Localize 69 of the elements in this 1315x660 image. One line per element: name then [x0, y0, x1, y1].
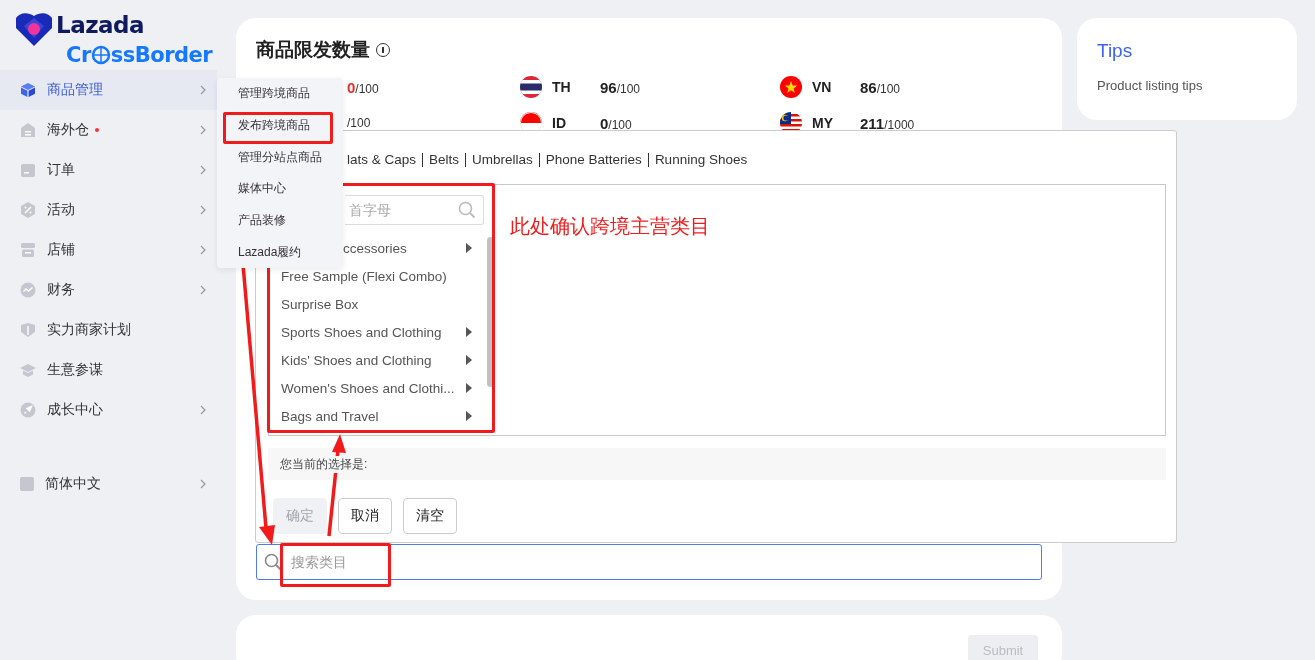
language-icon: [20, 477, 34, 491]
recent-category-link[interactable]: Phone Batteries: [538, 153, 648, 167]
sidebar-item[interactable]: 生意参谋: [0, 350, 217, 390]
category-item[interactable]: Surprise Box: [281, 292, 484, 316]
quota-limit: /100: [876, 81, 901, 96]
quota-used: 0: [347, 78, 356, 96]
discount-icon: [20, 202, 36, 218]
tips-text: Product listing tips: [1097, 78, 1204, 93]
category-item[interactable]: ccessories: [343, 236, 484, 260]
submenu-item[interactable]: 产品装修: [217, 204, 343, 237]
quota-limit: /100: [608, 117, 632, 132]
recent-category-link[interactable]: Belts: [422, 153, 466, 167]
search-icon: [264, 553, 282, 571]
sidebar-item[interactable]: 活动: [0, 190, 217, 230]
sidebar-item[interactable]: 成长中心: [0, 390, 217, 430]
country-code: MY: [812, 115, 834, 131]
cube-icon: [20, 82, 36, 98]
flag-icon: [520, 76, 542, 98]
category-item[interactable]: Kids' Shoes and Clothing: [281, 348, 484, 372]
card-title: 商品限发数量: [256, 38, 370, 62]
recent-category-link[interactable]: Running Shoes: [647, 153, 754, 167]
quota-limit: /100: [616, 81, 641, 96]
quota-limit: /100: [355, 81, 379, 96]
category-item[interactable]: Women's Shoes and Clothi...: [281, 376, 484, 400]
submenu-item[interactable]: 管理跨境商品: [217, 78, 343, 110]
tips-title: Tips: [1097, 40, 1134, 62]
category-item[interactable]: Bags and Travel: [281, 404, 484, 428]
category-search-field[interactable]: 搜索类目: [256, 544, 1042, 580]
brand-subtitle: Cr: [66, 42, 91, 69]
scrollbar-thumb[interactable]: [487, 237, 494, 387]
country-code: ID: [552, 115, 567, 131]
quota-used: 211: [860, 114, 885, 132]
globe-icon: [90, 45, 111, 65]
flag-icon: [780, 76, 802, 98]
sidebar-item[interactable]: 订单: [0, 150, 217, 190]
clipboard-icon: [20, 162, 36, 178]
chart-icon: [20, 282, 36, 298]
logo-icon: [14, 12, 54, 48]
quota-used: 0: [600, 114, 609, 132]
quota-used: 86: [860, 78, 877, 96]
sidebar-item[interactable]: 商品管理: [0, 70, 217, 110]
search-icon: [458, 201, 476, 219]
submenu-item[interactable]: 媒体中心: [217, 173, 343, 205]
annotation-text: 此处确认跨境主营类目: [509, 214, 710, 239]
country-code: VN: [812, 79, 833, 95]
submenu-item[interactable]: 管理分站点商品: [217, 141, 343, 173]
selection-label: 您当前的选择是:: [280, 455, 368, 473]
quota-used: 96: [600, 78, 617, 96]
store-icon: [20, 242, 36, 258]
sidebar-item[interactable]: 实力商家计划: [0, 310, 217, 350]
sidebar-item[interactable]: 财务: [0, 270, 217, 310]
category-filter-field[interactable]: 首字母: [345, 195, 484, 225]
recent-category-link[interactable]: lats & Caps: [347, 153, 423, 167]
action-button[interactable]: 取消: [338, 498, 392, 534]
rocket-icon: [20, 402, 36, 418]
language-selector[interactable]: 简体中文: [0, 464, 217, 504]
brand-name: Lazada: [56, 12, 146, 40]
warehouse-icon: [20, 122, 36, 138]
country-code: TH: [552, 79, 572, 95]
graduation-cap-icon: [20, 362, 36, 378]
brand-subtitle: ssBorder: [110, 42, 213, 69]
quota-limit: /100: [347, 116, 371, 130]
action-button[interactable]: 清空: [403, 498, 457, 534]
sidebar-item[interactable]: 海外仓: [0, 110, 217, 150]
sidebar-item[interactable]: 店铺: [0, 230, 217, 270]
quota-limit: /1000: [884, 117, 915, 132]
category-item[interactable]: Sports Shoes and Clothing: [281, 320, 484, 344]
badge-icon: [20, 322, 36, 338]
recent-category-link[interactable]: Umbrellas: [465, 153, 539, 167]
